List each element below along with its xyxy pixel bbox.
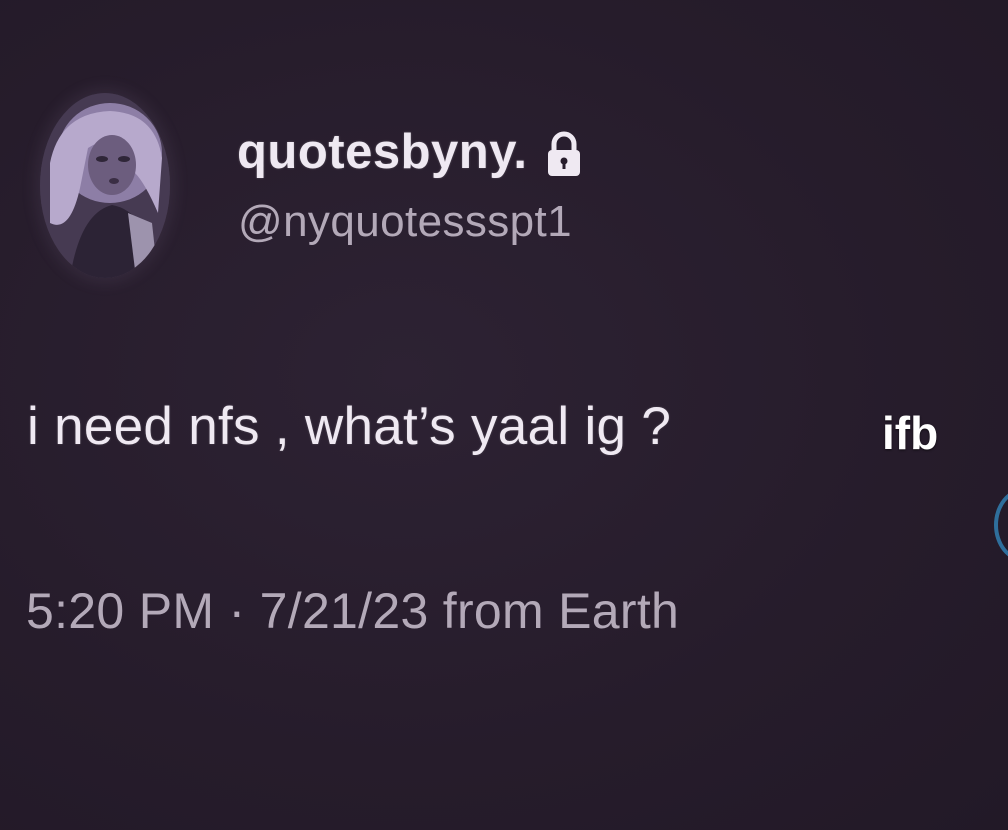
avatar-image <box>40 93 170 278</box>
display-name[interactable]: quotesbyny. <box>237 124 527 180</box>
overlay-caption: ifb <box>882 407 939 459</box>
display-name-row: quotesbyny. <box>237 122 583 182</box>
tweet-timestamp[interactable]: 5:20 PM · 7/21/23 from Earth <box>26 582 679 640</box>
lock-icon <box>545 130 583 178</box>
user-handle[interactable]: @nyquotessspt1 <box>238 197 572 247</box>
tweet-text: i need nfs , what’s yaal ig ? <box>27 397 672 456</box>
avatar[interactable] <box>40 93 170 278</box>
edge-ring-icon <box>994 488 1008 562</box>
tweet-card: quotesbyny. @nyquotessspt1 i need nfs , … <box>0 0 1008 830</box>
